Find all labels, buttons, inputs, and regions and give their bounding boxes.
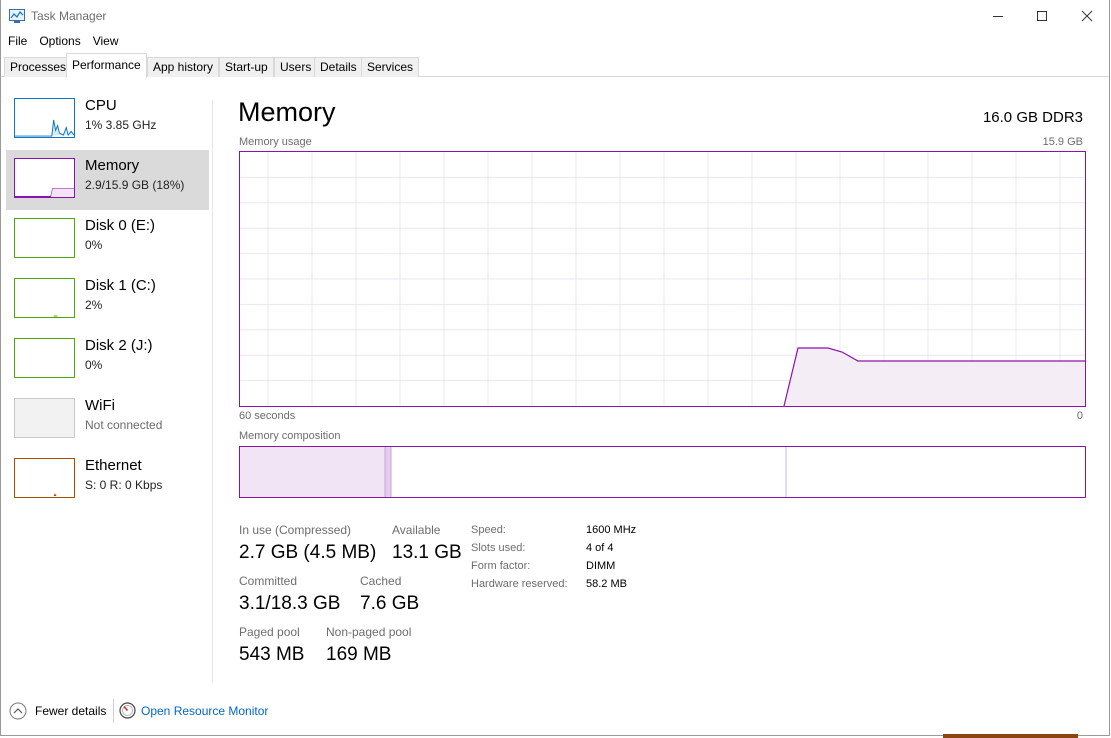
sidebar-item-disk-2[interactable]: Disk 2 (J:) 0% [6, 330, 209, 390]
hardware-reserved-label: Hardware reserved: [471, 578, 568, 590]
wifi-thumbnail-graph [14, 398, 75, 438]
sidebar-divider [212, 100, 213, 682]
sidebar-item-disk-0[interactable]: Disk 0 (E:) 0% [6, 210, 209, 270]
graph-time-start: 60 seconds [239, 410, 296, 422]
menu-file[interactable]: File [1, 32, 33, 52]
disk-0-thumbnail-graph [14, 218, 75, 258]
minimize-icon [993, 16, 1003, 17]
sidebar-item-value: 0% [85, 238, 103, 252]
maximize-button[interactable] [1019, 0, 1065, 32]
menu-view[interactable]: View [87, 32, 125, 52]
disk-2-thumbnail-graph [14, 338, 75, 378]
slots-used-value: 4 of 4 [586, 542, 614, 554]
sidebar-item-value: S: 0 R: 0 Kbps [85, 478, 163, 492]
graph-time-end: 0 [1076, 410, 1083, 422]
sidebar-item-value: 2% [85, 298, 103, 312]
menu-options[interactable]: Options [33, 32, 86, 52]
open-resource-monitor-link[interactable]: Open Resource Monitor [141, 704, 268, 718]
title-bar[interactable]: Task Manager [1, 0, 1109, 32]
task-manager-icon [9, 9, 25, 23]
tab-start-up[interactable]: Start-up [219, 57, 274, 77]
sidebar-item-ethernet[interactable]: Ethernet S: 0 R: 0 Kbps [6, 450, 209, 510]
fewer-details-link[interactable]: Fewer details [35, 704, 106, 718]
available-label: Available [392, 523, 441, 537]
memory-usage-area [784, 348, 1085, 406]
form-factor-value: DIMM [586, 560, 616, 572]
minimize-button[interactable] [975, 0, 1021, 32]
cpu-thumbnail-graph [14, 98, 75, 138]
tab-users[interactable]: Users [274, 57, 318, 77]
slots-used-label: Slots used: [471, 542, 526, 554]
tab-app-history[interactable]: App history [147, 57, 220, 77]
non-paged-pool-label: Non-paged pool [326, 625, 412, 639]
taskbar-fragment [943, 734, 1078, 738]
memory-usage-label: Memory usage [239, 136, 312, 148]
sidebar-item-value: 0% [85, 358, 103, 372]
memory-usage-graph [239, 151, 1086, 407]
window-title: Task Manager [31, 9, 107, 23]
sidebar-item-label: CPU [85, 97, 117, 114]
disk-1-thumbnail-graph [14, 278, 75, 318]
paged-pool-value: 543 MB [239, 644, 305, 665]
speed-value: 1600 MHz [586, 524, 637, 536]
menu-bar: File Options View [1, 32, 1109, 52]
tab-services[interactable]: Services [361, 57, 420, 77]
resource-sidebar: CPU 1% 3.85 GHz Memory 2.9/15.9 GB (18%)… [1, 90, 213, 685]
sidebar-item-label: Ethernet [85, 457, 142, 474]
speed-label: Speed: [471, 524, 506, 536]
sidebar-item-memory[interactable]: Memory 2.9/15.9 GB (18%) [6, 150, 209, 210]
composition-modified [385, 447, 391, 497]
memory-spec: 16.0 GB DDR3 [982, 109, 1083, 126]
in-use-label: In use (Compressed) [239, 523, 352, 537]
tab-performance[interactable]: Performance [66, 53, 147, 78]
sidebar-item-value: 2.9/15.9 GB (18%) [85, 178, 185, 192]
committed-value: 3.1/18.3 GB [239, 593, 341, 614]
tab-bar: Processes Performance App history Start-… [1, 53, 1109, 78]
memory-usage-max: 15.9 GB [1042, 136, 1083, 148]
sidebar-item-label: WiFi [85, 397, 115, 414]
sidebar-item-wifi[interactable]: WiFi Not connected [6, 390, 209, 450]
sidebar-item-label: Disk 1 (C:) [85, 277, 156, 294]
memory-thumbnail-graph [14, 158, 75, 198]
hardware-reserved-value: 58.2 MB [586, 578, 627, 590]
sidebar-item-label: Disk 2 (J:) [85, 337, 153, 354]
ethernet-thumbnail-graph [14, 458, 75, 498]
cached-label: Cached [360, 574, 402, 588]
cached-value: 7.6 GB [360, 593, 420, 614]
memory-composition-label: Memory composition [239, 430, 341, 442]
composition-in-use [240, 447, 385, 497]
close-button[interactable] [1064, 0, 1110, 32]
non-paged-pool-value: 169 MB [326, 644, 392, 665]
in-use-value: 2.7 GB (4.5 MB) [239, 542, 377, 563]
sidebar-item-value: 1% 3.85 GHz [85, 118, 157, 132]
chevron-up-circle-icon[interactable] [9, 702, 27, 720]
sidebar-item-disk-1[interactable]: Disk 1 (C:) 2% [6, 270, 209, 330]
close-icon [1081, 10, 1093, 22]
footer-separator [113, 699, 114, 723]
available-value: 13.1 GB [392, 542, 462, 563]
memory-composition-bar [239, 446, 1086, 498]
page-title: Memory [238, 97, 336, 127]
sidebar-item-label: Disk 0 (E:) [85, 217, 156, 234]
tab-processes[interactable]: Processes [4, 57, 73, 77]
resource-monitor-icon[interactable] [119, 702, 136, 719]
sidebar-item-cpu[interactable]: CPU 1% 3.85 GHz [6, 90, 209, 150]
task-manager-window: Task Manager File Options View Processes… [0, 0, 1110, 736]
form-factor-label: Form factor: [471, 560, 531, 572]
tab-details[interactable]: Details [314, 57, 363, 77]
committed-label: Committed [239, 574, 298, 588]
sidebar-item-value: Not connected [85, 418, 163, 432]
paged-pool-label: Paged pool [239, 625, 300, 639]
sidebar-item-label: Memory [85, 157, 140, 174]
maximize-icon [1037, 11, 1047, 21]
